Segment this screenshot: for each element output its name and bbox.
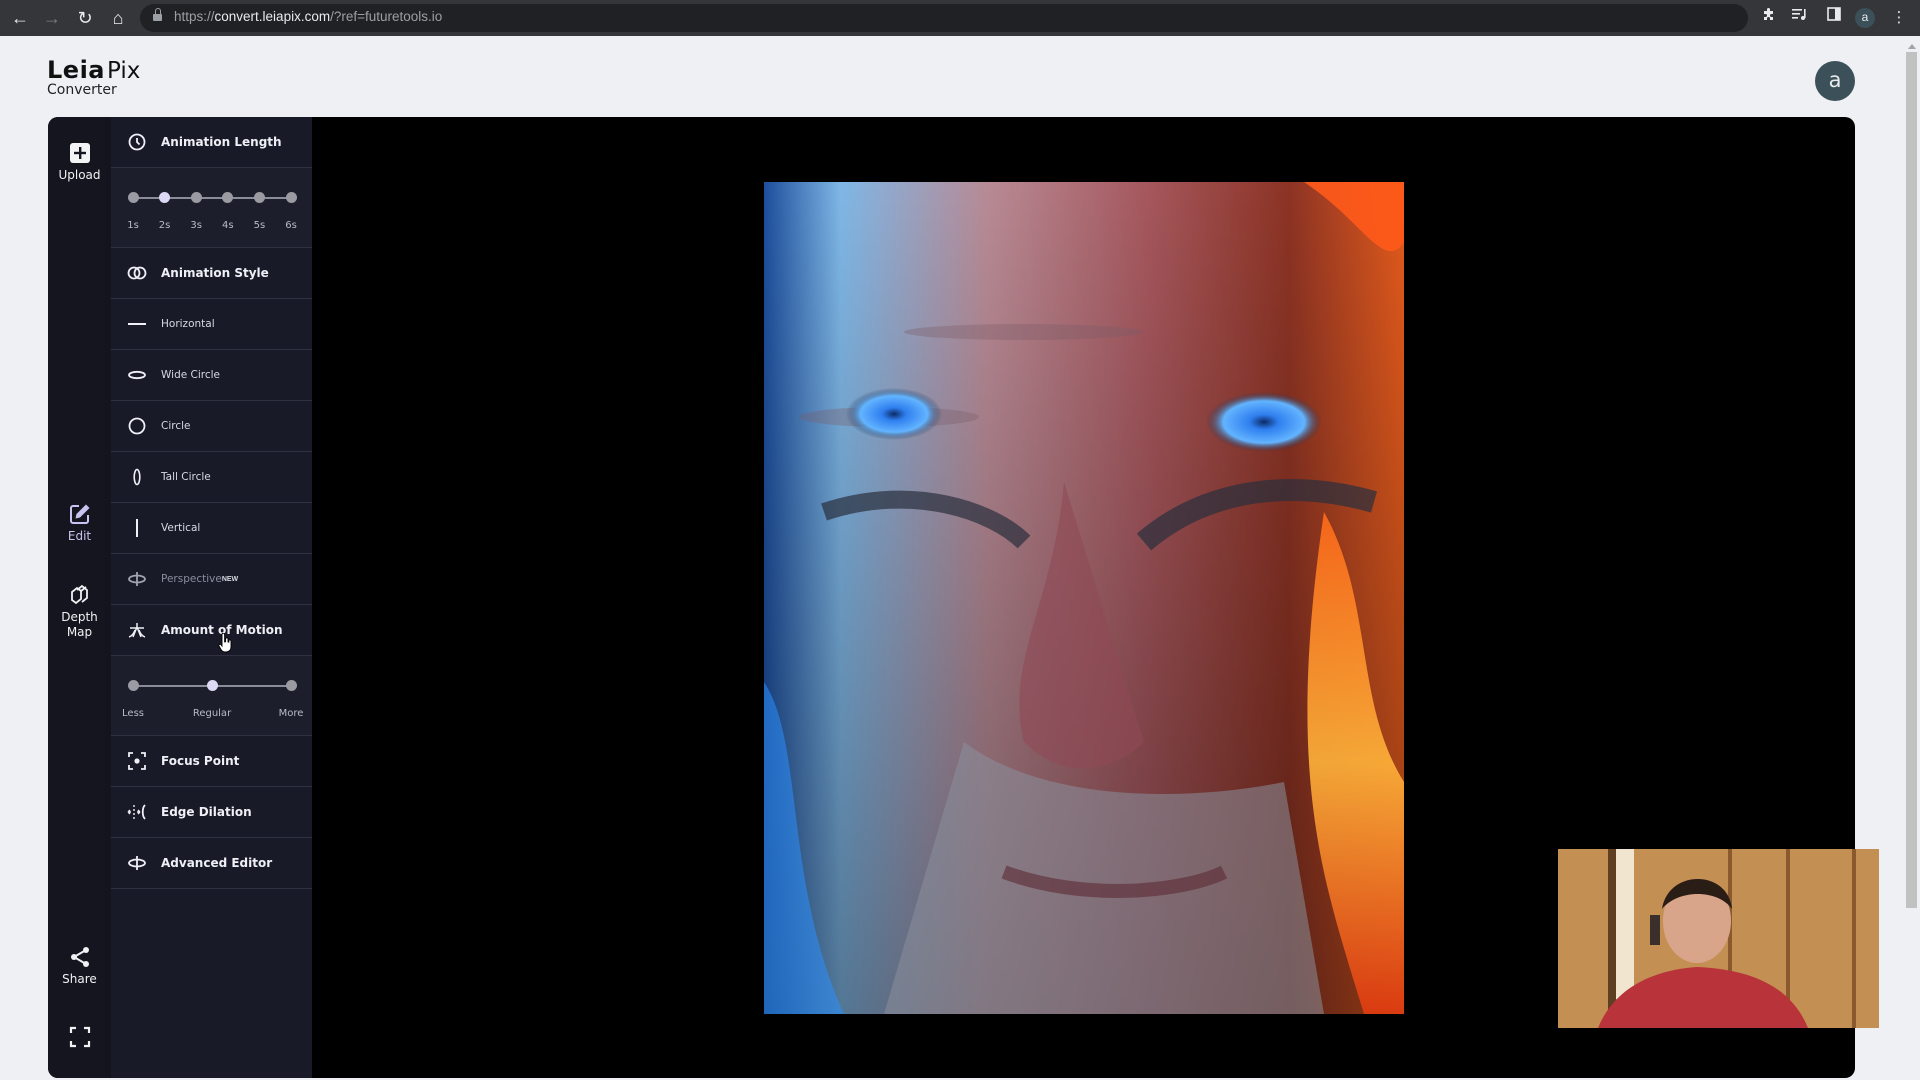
edge-dilation-icon: [127, 802, 147, 822]
scrollbar-thumb[interactable]: [1906, 52, 1917, 908]
share-button[interactable]: Share: [48, 945, 111, 987]
address-bar[interactable]: https://convert.leiapix.com/?ref=futuret…: [140, 4, 1748, 32]
slider-track: [133, 197, 291, 199]
advanced-editor-button[interactable]: Advanced Editor: [111, 838, 312, 889]
wide-ellipse-icon: [127, 365, 147, 385]
image-preview[interactable]: [764, 182, 1404, 1014]
overlapping-circles-icon: [127, 263, 147, 283]
animation-style-option-horizontal[interactable]: Horizontal: [111, 299, 312, 350]
vertical-line-icon: [127, 518, 147, 538]
amount-of-motion-header[interactable]: Amount of Motion: [111, 605, 312, 656]
animation-style-option-wide-circle[interactable]: Wide Circle: [111, 350, 312, 401]
option-label: Perspective: [161, 573, 222, 585]
horizontal-line-icon: [127, 314, 147, 334]
perspective-icon: [127, 569, 147, 589]
back-button[interactable]: ←: [8, 6, 32, 30]
animation-length-header[interactable]: Animation Length: [111, 117, 312, 168]
length-label: 6s: [285, 220, 297, 231]
length-stop[interactable]: [190, 192, 202, 203]
motion-label: Less: [122, 708, 144, 719]
animation-length-slider[interactable]: 1s 2s 3s 4s 5s 6s: [111, 168, 312, 248]
reload-button[interactable]: ↻: [73, 6, 97, 30]
browser-profile-avatar[interactable]: a: [1855, 8, 1875, 28]
length-stop[interactable]: [127, 192, 139, 203]
option-label: Circle: [161, 420, 191, 432]
motion-label: More: [278, 708, 304, 719]
orbit-icon: [127, 853, 147, 873]
option-label: Vertical: [161, 522, 201, 534]
fullscreen-icon: [69, 1026, 90, 1048]
fullscreen-button[interactable]: [48, 1025, 111, 1052]
motion-stop[interactable]: [127, 680, 139, 691]
url-text: https://convert.leiapix.com/?ref=futuret…: [174, 9, 443, 24]
length-label: 3s: [190, 220, 202, 231]
edit-pencil-icon: [69, 504, 89, 524]
animation-style-options: Horizontal Wide Circle Circle Tall Circle Ve…: [111, 299, 312, 605]
option-label: Horizontal: [161, 318, 215, 330]
circle-icon: [127, 416, 147, 436]
browser-toolbar: ← → ↻ ⌂ https://convert.leiapix.com/?ref…: [0, 0, 1920, 36]
settings-panel: Animation Length 1s 2s 3s 4s 5s 6s Animation …: [111, 117, 312, 1078]
amount-of-motion-slider[interactable]: Less Regular More: [111, 656, 312, 736]
edit-button[interactable]: Edit: [48, 502, 111, 544]
clock-icon: [127, 132, 147, 152]
option-label: Wide Circle: [161, 369, 221, 381]
scroll-up-arrow-icon[interactable]: [1908, 44, 1916, 49]
animation-style-option-vertical[interactable]: Vertical: [111, 503, 312, 554]
motion-stop[interactable]: [285, 680, 297, 691]
length-label: 5s: [253, 220, 266, 231]
hand-cursor-icon: [218, 633, 232, 653]
user-avatar[interactable]: a: [1815, 61, 1855, 101]
leiapix-logo[interactable]: LeiaPix Converter: [47, 56, 140, 98]
upload-button[interactable]: Upload: [48, 141, 111, 183]
side-panel-icon[interactable]: [1822, 6, 1846, 30]
webcam-overlay: [1558, 849, 1879, 1028]
motion-stop-selected[interactable]: [206, 680, 218, 691]
left-toolbar: Upload Edit Depth Map Share: [48, 117, 111, 1078]
page-scrollbar[interactable]: [1904, 36, 1920, 1080]
animation-style-option-perspective[interactable]: Perspective NEW: [111, 554, 312, 605]
extensions-puzzle-icon[interactable]: [1757, 6, 1781, 30]
layers-cube-icon: [70, 584, 88, 605]
forward-button[interactable]: →: [40, 6, 64, 30]
plus-square-icon: [69, 143, 90, 163]
edge-dilation-button[interactable]: Edge Dilation: [111, 787, 312, 838]
lock-icon: [153, 8, 162, 23]
motion-label: Regular: [192, 708, 232, 719]
kebab-menu-icon[interactable]: ⋮: [1887, 6, 1911, 30]
length-stop[interactable]: [253, 192, 265, 203]
webcam-video: [1558, 849, 1879, 1028]
focus-point-icon: [127, 751, 147, 771]
tall-ellipse-icon: [127, 467, 147, 487]
new-badge: NEW: [221, 575, 239, 583]
share-icon: [70, 947, 89, 967]
length-stop-selected[interactable]: [159, 192, 171, 203]
option-label: Tall Circle: [161, 471, 211, 483]
animation-style-option-tall-circle[interactable]: Tall Circle: [111, 452, 312, 503]
length-label: 4s: [222, 220, 234, 231]
animation-style-header[interactable]: Animation Style: [111, 248, 312, 299]
length-label: 1s: [127, 220, 139, 231]
home-button[interactable]: ⌂: [106, 6, 130, 30]
media-control-icon[interactable]: [1788, 6, 1812, 30]
motion-figure-icon: [127, 620, 147, 640]
length-stop[interactable]: [222, 192, 234, 203]
animation-style-option-circle[interactable]: Circle: [111, 401, 312, 452]
length-label: 2s: [158, 220, 171, 231]
depth-map-button[interactable]: Depth Map: [48, 583, 111, 640]
focus-point-button[interactable]: Focus Point: [111, 736, 312, 787]
portrait-image: [764, 182, 1404, 1014]
length-stop[interactable]: [285, 192, 297, 203]
